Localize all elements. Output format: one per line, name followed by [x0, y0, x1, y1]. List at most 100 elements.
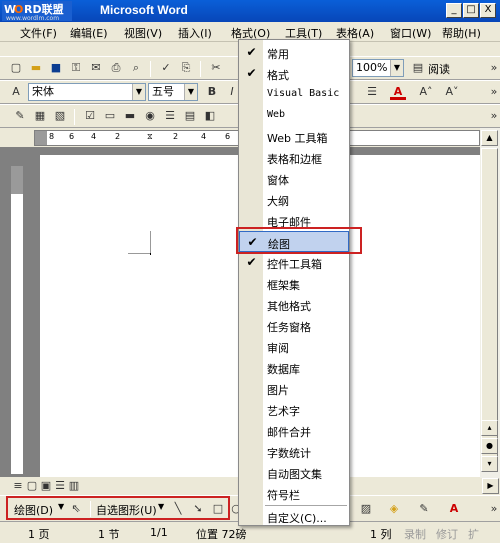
restore-button[interactable]: □: [463, 3, 479, 18]
menu-item-forms[interactable]: 窗体: [239, 168, 349, 189]
menu-item-outline[interactable]: 大纲: [239, 189, 349, 210]
toolbar-options-icon[interactable]: »: [486, 501, 500, 517]
menu-item-tables-borders[interactable]: 表格和边框: [239, 147, 349, 168]
menu-item-web[interactable]: Web: [239, 105, 349, 126]
menu-item-mail-merge[interactable]: 邮件合并: [239, 420, 349, 441]
toolbar-options-icon[interactable]: »: [486, 60, 500, 76]
status-record[interactable]: 录制: [404, 526, 426, 542]
reading-view-icon[interactable]: ▥: [66, 478, 82, 494]
menu-window[interactable]: 窗口(W): [390, 25, 431, 41]
minimize-button[interactable]: _: [446, 3, 462, 18]
ruler-number: 4: [201, 132, 207, 141]
checkbox-control-icon[interactable]: ☑: [82, 108, 98, 124]
menu-help[interactable]: 帮助(H): [442, 25, 481, 41]
bold-button[interactable]: B: [204, 84, 220, 100]
status-section: 1 节: [98, 528, 120, 541]
new-doc-icon[interactable]: ▢: [8, 60, 24, 76]
fill-color-icon[interactable]: ◈: [386, 501, 402, 517]
scroll-right-icon[interactable]: ▶: [482, 478, 499, 494]
status-extend[interactable]: 扩: [468, 526, 479, 542]
ruler-number: 2: [115, 132, 121, 141]
menu-item-wordart[interactable]: 艺术字: [239, 399, 349, 420]
listbox-control-icon[interactable]: ☰: [162, 108, 178, 124]
read-icon[interactable]: ▤: [410, 60, 426, 76]
status-track-changes[interactable]: 修订: [436, 526, 458, 542]
insert-picture-icon[interactable]: ▨: [358, 501, 374, 517]
chevron-down-icon[interactable]: ▼: [132, 84, 145, 100]
menu-item-symbol-bar[interactable]: 符号栏: [239, 483, 349, 504]
menu-item-customize[interactable]: 自定义(C)...: [239, 506, 349, 527]
zoom-combo[interactable]: 100% ▼: [352, 59, 404, 77]
email-icon[interactable]: ✉: [88, 60, 104, 76]
ruler-number: 8: [49, 132, 55, 141]
menu-item-autotext[interactable]: 自动图文集: [239, 462, 349, 483]
command-button-icon[interactable]: ▬: [122, 108, 138, 124]
menu-item-reviewing[interactable]: 审阅: [239, 336, 349, 357]
toolbar-options-icon[interactable]: »: [486, 84, 500, 100]
chevron-down-icon[interactable]: ▼: [184, 84, 197, 100]
line-color-icon[interactable]: ✎: [416, 501, 432, 517]
svg-text:www.wordlm.com: www.wordlm.com: [6, 15, 59, 21]
next-page-icon[interactable]: ▾: [481, 456, 498, 472]
menu-item-control-toolbox[interactable]: ✔ 控件工具箱: [239, 252, 349, 273]
select-browse-object-icon[interactable]: ●: [481, 438, 498, 454]
combobox-control-icon[interactable]: ▤: [182, 108, 198, 124]
view-code-icon[interactable]: ▧: [52, 108, 68, 124]
font-color-icon[interactable]: A: [390, 84, 406, 100]
svg-text:RD联盟: RD联盟: [24, 2, 64, 16]
spelling-icon[interactable]: ✓: [158, 60, 174, 76]
open-folder-icon[interactable]: ▬: [28, 60, 44, 76]
chevron-down-icon[interactable]: ▼: [390, 60, 403, 76]
previous-page-icon[interactable]: ▴: [481, 420, 498, 436]
menu-file[interactable]: 文件(F): [20, 25, 57, 41]
option-button-icon[interactable]: ◉: [142, 108, 158, 124]
menu-item-extended-formatting[interactable]: 其他格式: [239, 294, 349, 315]
checkmark-icon: ✔: [246, 45, 257, 59]
ruler-number: 6: [225, 132, 231, 141]
ruler-indent-marker[interactable]: ⧖: [147, 132, 153, 142]
font-size-value: 五号: [152, 85, 174, 98]
permission-icon[interactable]: ⚿: [68, 60, 84, 76]
close-button[interactable]: X: [480, 3, 496, 18]
style-pane-icon[interactable]: A: [8, 84, 24, 100]
textbox-control-icon[interactable]: ▭: [102, 108, 118, 124]
menu-item-web-toolbox[interactable]: Web 工具箱: [239, 126, 349, 147]
menu-item-frames[interactable]: 框架集: [239, 273, 349, 294]
vertical-scrollbar[interactable]: ▲ ▴ ● ▾: [480, 128, 500, 478]
shrink-font-icon[interactable]: A˅: [444, 84, 460, 100]
properties-icon[interactable]: ▦: [32, 108, 48, 124]
font-size-combo[interactable]: 五号 ▼: [148, 83, 198, 101]
cut-icon[interactable]: ✂: [208, 60, 224, 76]
print-preview-icon[interactable]: ⌕: [128, 60, 144, 76]
zoom-value: 100%: [356, 61, 388, 74]
font-color-icon[interactable]: A: [446, 501, 462, 517]
save-icon[interactable]: ■: [48, 60, 64, 76]
toolbar-options-icon[interactable]: »: [486, 108, 500, 124]
menu-edit[interactable]: 编辑(E): [70, 25, 108, 41]
ruler-margin-left: [35, 131, 47, 145]
menu-view[interactable]: 视图(V): [124, 25, 162, 41]
menu-item-picture[interactable]: 图片: [239, 378, 349, 399]
scroll-up-icon[interactable]: ▲: [481, 130, 498, 146]
menu-item-formatting[interactable]: ✔ 格式: [239, 63, 349, 84]
toolbar-separator: [74, 109, 75, 125]
menu-item-word-count[interactable]: 字数统计: [239, 441, 349, 462]
menu-item-task-pane[interactable]: 任务窗格: [239, 315, 349, 336]
drawing-toolbar-highlight: [6, 496, 230, 520]
read-button[interactable]: 阅读: [428, 61, 450, 77]
design-mode-icon[interactable]: ✎: [12, 108, 28, 124]
grow-font-icon[interactable]: A˄: [418, 84, 434, 100]
status-page: 1 页: [28, 528, 50, 541]
print-icon[interactable]: ⎙: [108, 60, 124, 76]
ruler-margin-top: [11, 166, 23, 194]
menu-insert[interactable]: 插入(I): [178, 25, 212, 41]
title-bar: W O RD联盟 www.wordlm.com Microsoft Word _…: [0, 0, 500, 22]
font-combo[interactable]: 宋体 ▼: [28, 83, 146, 101]
menu-item-database[interactable]: 数据库: [239, 357, 349, 378]
menu-item-standard[interactable]: ✔ 常用: [239, 42, 349, 63]
research-icon[interactable]: ⎘: [178, 60, 194, 76]
menu-item-visual-basic[interactable]: Visual Basic: [239, 84, 349, 105]
line-spacing-icon[interactable]: ☰: [364, 84, 380, 100]
toggle-button-icon[interactable]: ◧: [202, 108, 218, 124]
vertical-ruler[interactable]: [10, 165, 24, 475]
